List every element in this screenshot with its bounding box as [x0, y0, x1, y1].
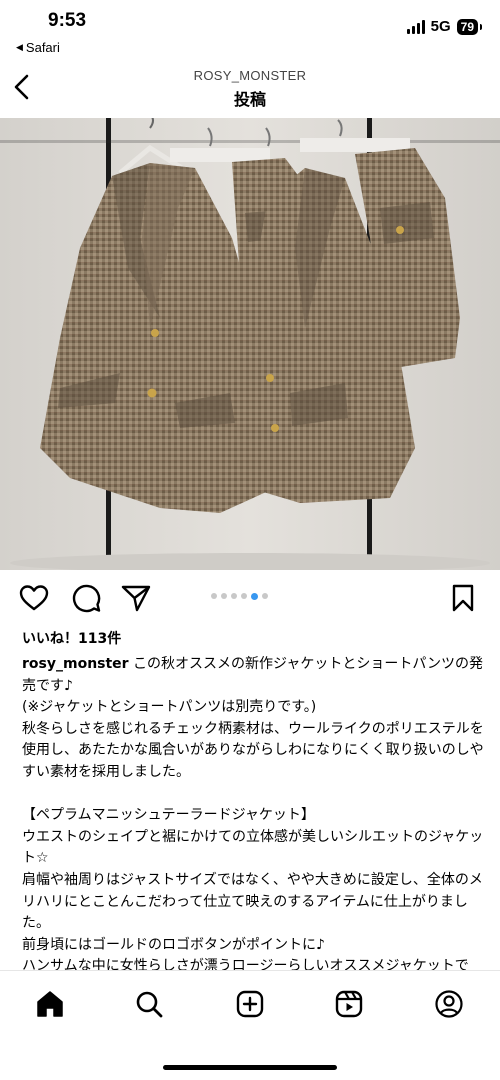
carousel-indicator [211, 592, 268, 600]
caption-line: 肩幅や袖周りはジャストサイズではなく、やや大きめに設定し、全体のメリハリにとこと… [22, 871, 483, 932]
post-caption: rosy_monster この秋オススメの新作ジャケットとショートパンツの発売で… [22, 654, 486, 970]
back-app-label: Safari [25, 40, 60, 55]
caption-line: ハンサムな中に女性らしさが漂うロージーらしいオススメジャケットです。 [22, 958, 469, 970]
page-title: 投稿 [233, 90, 266, 109]
search-icon[interactable] [134, 989, 164, 1019]
caption-line: (※ジャケットとショートパンツは別売りです。) [22, 699, 317, 716]
bottom-nav [0, 970, 500, 1080]
post-header: ROSY_MONSTER 投稿 [0, 60, 500, 116]
carousel-dot [241, 593, 247, 599]
status-indicators: 5G 79 [406, 18, 483, 35]
status-bar: 9:53 ◀ Safari 5G 79 [0, 0, 500, 60]
carousel-dot [231, 593, 237, 599]
signal-icon [406, 19, 425, 34]
send-icon[interactable] [120, 582, 152, 614]
profile-icon[interactable] [434, 989, 464, 1019]
carousel-dot [211, 593, 217, 599]
caption-first-line: rosy_monster この秋オススメの新作ジャケットとショートパンツの発売で… [22, 654, 486, 697]
home-indicator [163, 1065, 337, 1070]
comment-icon[interactable] [70, 582, 102, 614]
back-to-app-link[interactable]: ◀ Safari [16, 40, 60, 55]
reels-icon[interactable] [334, 989, 364, 1019]
caption-line: 前身頃にはゴールドのロゴボタンがポイントに♪ [22, 936, 325, 953]
caption-line: 【ペプラムマニッシュテーラードジャケット】 [22, 807, 315, 824]
carousel-dot [221, 593, 227, 599]
back-triangle-icon: ◀ [16, 42, 23, 52]
create-icon[interactable] [235, 989, 265, 1019]
bookmark-icon[interactable] [447, 582, 479, 614]
caption-line: ウエストのシェイプと裾にかけての立体感が美しいシルエットのジャケット☆ [22, 828, 484, 867]
post-actions [0, 576, 500, 620]
header-username: ROSY_MONSTER [193, 68, 307, 83]
battery-level: 79 [460, 19, 474, 34]
post-photo-illustration [0, 118, 500, 570]
home-icon[interactable] [35, 989, 65, 1019]
status-time: 9:53 [48, 10, 87, 31]
battery-icon: 79 [456, 18, 483, 35]
heart-icon[interactable] [18, 582, 50, 614]
post-image[interactable] [0, 118, 500, 570]
caption-username[interactable]: rosy_monster [22, 656, 129, 672]
like-count[interactable]: いいね！113件 [22, 628, 121, 648]
network-label: 5G [430, 18, 451, 35]
carousel-dot [262, 593, 268, 599]
carousel-dot-active [251, 592, 258, 600]
caption-line: 秋冬らしさを感じれるチェック柄素材は、ウールライクのポリエステルを使用し、あたた… [22, 720, 484, 780]
